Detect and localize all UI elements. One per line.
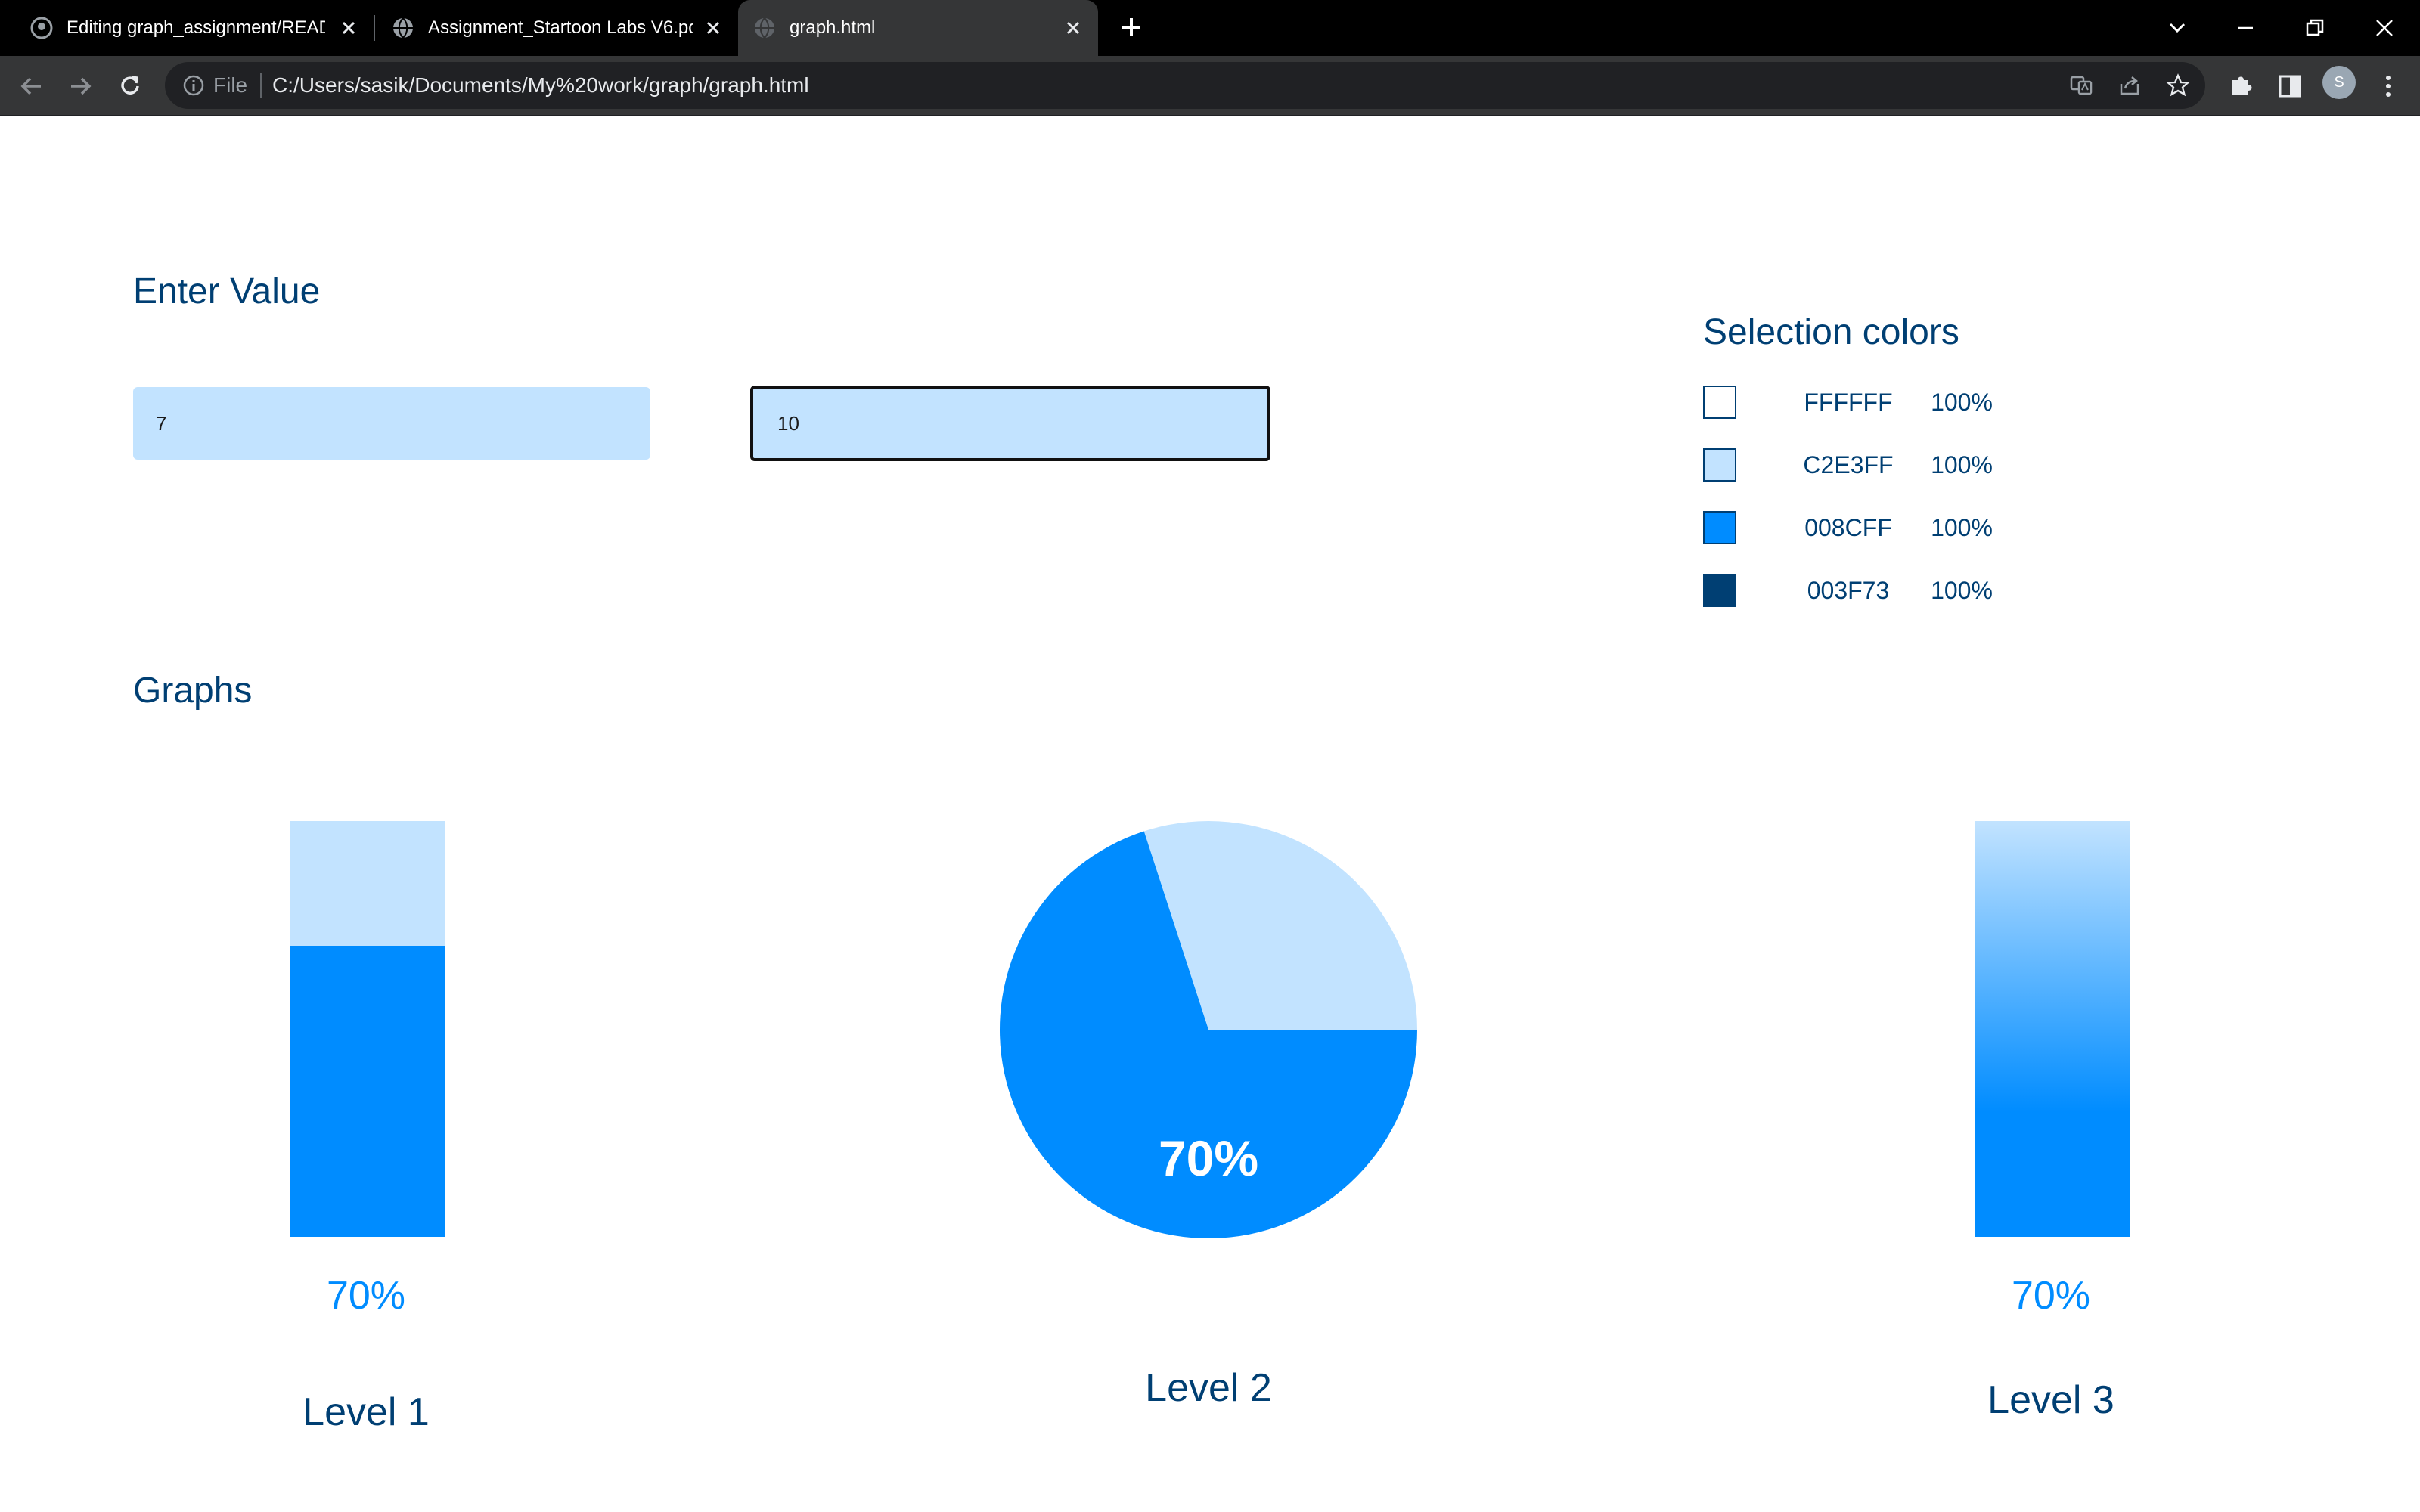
extensions-puzzle-icon[interactable] bbox=[2225, 70, 2258, 103]
color-swatch bbox=[1703, 386, 1736, 419]
level1-bar-chart bbox=[290, 821, 445, 1237]
share-icon[interactable] bbox=[2118, 73, 2142, 98]
reload-icon[interactable] bbox=[113, 70, 147, 103]
github-icon bbox=[30, 17, 53, 39]
url-text[interactable]: C:/Users/sasik/Documents/My%20work/graph… bbox=[272, 72, 809, 99]
tab-readme[interactable]: Editing graph_assignment/README.md bbox=[30, 0, 363, 56]
browser-tab-strip: Editing graph_assignment/README.md Assig… bbox=[0, 0, 2420, 56]
color-row-white: FFFFFF 100% bbox=[1703, 384, 2021, 420]
color-swatch bbox=[1703, 511, 1736, 544]
level1-bar-fill bbox=[290, 946, 445, 1237]
tab-separator bbox=[374, 15, 375, 41]
level2-label: Level 2 bbox=[1145, 1366, 1272, 1410]
file-scheme-label: File bbox=[213, 73, 248, 97]
enter-value-heading: Enter Value bbox=[133, 271, 321, 311]
color-swatch bbox=[1703, 574, 1736, 607]
forward-arrow-icon[interactable] bbox=[64, 70, 97, 103]
color-hex: 008CFF bbox=[1804, 514, 1892, 541]
value-input-2[interactable] bbox=[750, 386, 1270, 461]
level3-gradient-fill bbox=[1975, 821, 2130, 1237]
globe-icon bbox=[755, 17, 774, 39]
color-hex: FFFFFF bbox=[1804, 389, 1893, 416]
color-opacity: 100% bbox=[1931, 389, 1993, 416]
level2-percent-label: 70% bbox=[1158, 1130, 1259, 1186]
back-arrow-icon[interactable] bbox=[15, 70, 48, 103]
tab-graph-html[interactable]: graph.html bbox=[738, 0, 1098, 56]
selection-colors-heading: Selection colors bbox=[1703, 312, 1959, 352]
color-opacity: 100% bbox=[1931, 577, 1993, 604]
level1-label: Level 1 bbox=[302, 1390, 430, 1434]
new-tab-plus-icon[interactable] bbox=[1118, 14, 1145, 41]
color-row-dark-blue: 003F73 100% bbox=[1703, 572, 2021, 609]
close-tab-icon[interactable] bbox=[702, 17, 724, 39]
color-row-blue: 008CFF 100% bbox=[1703, 510, 2021, 546]
close-tab-icon[interactable] bbox=[337, 17, 360, 39]
bookmark-star-icon[interactable] bbox=[2166, 73, 2190, 98]
side-panel-icon[interactable] bbox=[2273, 70, 2307, 103]
tab-assignment-pdf[interactable]: Assignment_Startoon Labs V6.pdf bbox=[392, 0, 728, 56]
tab-title: Assignment_Startoon Labs V6.pdf bbox=[428, 17, 693, 38]
close-window-icon[interactable] bbox=[2367, 11, 2402, 45]
tab-title: graph.html bbox=[790, 17, 876, 38]
more-menu-icon[interactable] bbox=[2372, 70, 2405, 103]
globe-icon bbox=[393, 17, 413, 39]
browser-toolbar: File C:/Users/sasik/Documents/My%20work/… bbox=[0, 56, 2420, 116]
color-hex: C2E3FF bbox=[1803, 451, 1894, 479]
color-opacity: 100% bbox=[1931, 451, 1993, 479]
info-icon[interactable] bbox=[182, 73, 206, 98]
color-hex: 003F73 bbox=[1807, 577, 1890, 604]
address-bar[interactable]: File C:/Users/sasik/Documents/My%20work/… bbox=[165, 62, 2205, 109]
color-swatch bbox=[1703, 448, 1736, 482]
restore-icon[interactable] bbox=[2297, 11, 2332, 45]
level3-bar-chart bbox=[1975, 821, 2130, 1237]
profile-avatar[interactable]: S bbox=[2322, 66, 2356, 99]
value-input-1[interactable] bbox=[133, 387, 650, 460]
level3-percent-label: 70% bbox=[2011, 1274, 2091, 1318]
tab-title: Editing graph_assignment/README.md bbox=[67, 17, 325, 38]
color-opacity: 100% bbox=[1931, 514, 1993, 541]
level1-percent-label: 70% bbox=[326, 1274, 406, 1318]
minimize-icon[interactable] bbox=[2228, 11, 2263, 45]
level3-label: Level 3 bbox=[1987, 1378, 2114, 1422]
graphs-heading: Graphs bbox=[133, 671, 253, 711]
close-tab-icon[interactable] bbox=[1062, 17, 1084, 39]
color-row-light-blue: C2E3FF 100% bbox=[1703, 447, 2021, 483]
translate-icon[interactable] bbox=[2069, 73, 2093, 98]
tab-search-chevron-icon[interactable] bbox=[2160, 11, 2195, 45]
address-divider bbox=[260, 73, 262, 98]
